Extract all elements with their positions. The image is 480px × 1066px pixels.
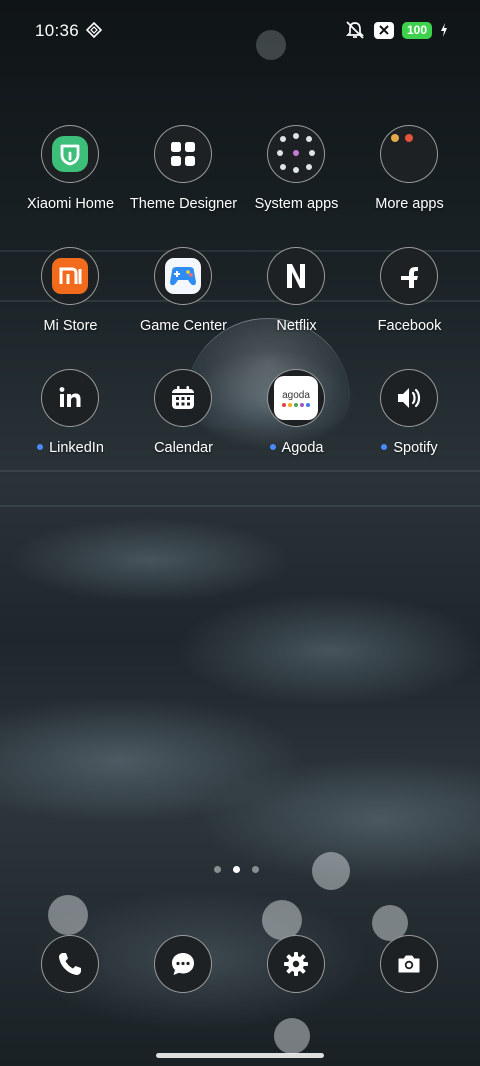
app-label: More apps [375, 196, 444, 212]
app-label: Calendar [154, 440, 213, 456]
folder-icon [380, 125, 438, 183]
home-indicator[interactable] [156, 1053, 324, 1058]
app-linkedin[interactable]: LinkedIn [14, 369, 127, 469]
app-label: Facebook [377, 318, 442, 334]
netflix-icon [267, 247, 325, 305]
dock-camera[interactable] [380, 935, 438, 993]
app-facebook[interactable]: Facebook [353, 247, 466, 347]
app-label: Theme Designer [129, 196, 238, 212]
page-dot[interactable] [214, 866, 221, 873]
agoda-icon: agoda [267, 369, 325, 427]
app-label: Netflix [276, 318, 317, 334]
status-time: 10:36 [35, 21, 80, 40]
notification-dot [269, 444, 276, 451]
app-label: Agoda [232, 440, 361, 456]
app-label: Spotify [345, 440, 474, 456]
page-indicator [214, 866, 259, 873]
notification-dot [37, 444, 44, 451]
app-agoda[interactable]: agoda Agoda [240, 369, 353, 469]
app-label: System apps [254, 196, 339, 212]
page-dot[interactable] [252, 866, 259, 873]
linkedin-icon [41, 369, 99, 427]
app-xiaomi-home[interactable]: Xiaomi Home [14, 125, 127, 225]
folder-icon [267, 125, 325, 183]
app-label: Xiaomi Home [26, 196, 115, 212]
app-netflix[interactable]: Netflix [240, 247, 353, 347]
speaker-icon [380, 369, 438, 427]
settings-icon [284, 952, 308, 976]
app-calendar[interactable]: Calendar [127, 369, 240, 469]
dock-messages[interactable] [154, 935, 212, 993]
calendar-icon [154, 369, 212, 427]
facebook-icon [380, 247, 438, 305]
messages-icon [172, 953, 194, 975]
mi-store-icon [41, 247, 99, 305]
x-icon [373, 21, 394, 39]
page-dot-active[interactable] [233, 866, 240, 873]
app-mi-store[interactable]: Mi Store [14, 247, 127, 347]
app-theme-designer[interactable]: Theme Designer [127, 125, 240, 225]
app-label: LinkedIn [6, 440, 135, 456]
xiaomi-home-icon [41, 125, 99, 183]
dock-settings[interactable] [267, 935, 325, 993]
app-notification-icon [86, 22, 102, 38]
silent-icon [345, 21, 365, 39]
phone-icon [59, 953, 81, 975]
battery-icon: 100 [401, 21, 432, 39]
battery-level: 100 [406, 23, 427, 37]
folder-system-apps[interactable]: System apps [240, 125, 353, 225]
gamepad-icon [154, 247, 212, 305]
dock-phone[interactable] [41, 935, 99, 993]
camera-icon [398, 955, 420, 973]
app-game-center[interactable]: Game Center [127, 247, 240, 347]
grid-icon [154, 125, 212, 183]
app-label: Mi Store [43, 318, 98, 334]
notification-dot [381, 444, 388, 451]
agoda-logo-text: agoda [282, 389, 310, 401]
charging-icon [441, 23, 447, 37]
status-bar: 10:36 100 [0, 0, 480, 60]
folder-more-apps[interactable]: More apps [353, 125, 466, 225]
app-label: Game Center [139, 318, 228, 334]
app-spotify[interactable]: Spotify [353, 369, 466, 469]
